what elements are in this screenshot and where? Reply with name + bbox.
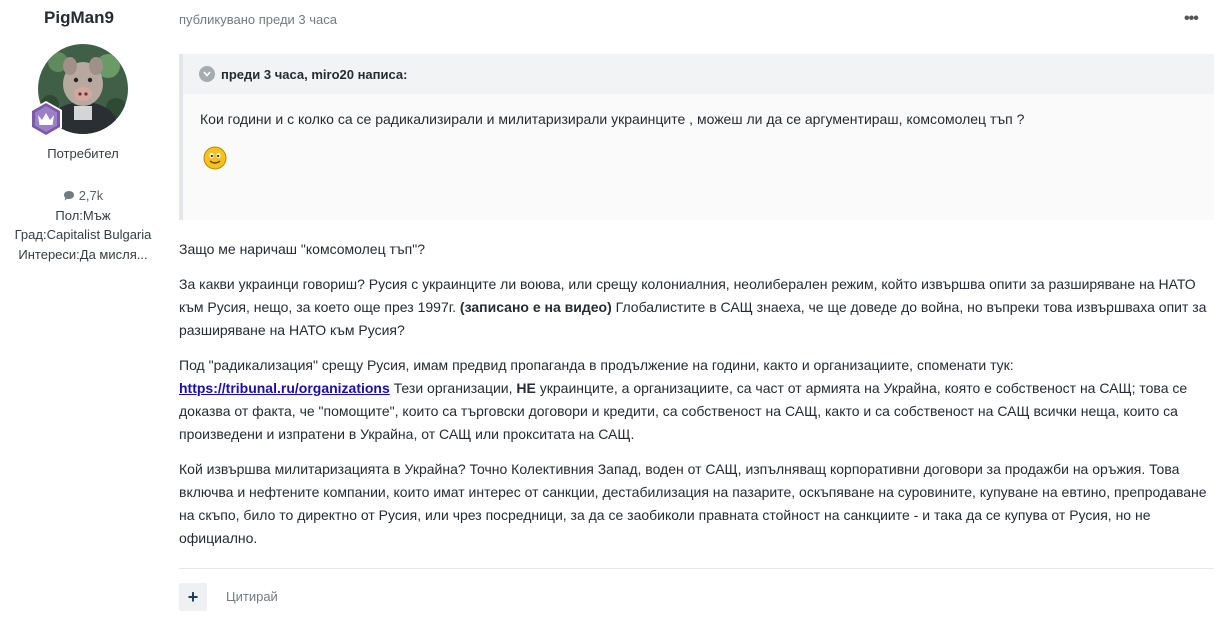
comment-icon (63, 190, 74, 201)
profile-field-city: Град:Capitalist Bulgaria (14, 227, 152, 242)
paragraph-2-bold: (записано е на видео) (459, 299, 612, 315)
author-stats: 2,7k Пол:Мъж Град:Capitalist Bulgaria Ин… (0, 186, 166, 264)
profile-field-gender: Пол:Мъж (55, 207, 111, 223)
quote-header[interactable]: преди 3 часа, miro20 написа: (183, 54, 1214, 94)
post-divider (179, 568, 1214, 569)
chevron-down-icon[interactable] (199, 66, 215, 82)
add-reaction-button[interactable]: + (179, 583, 207, 611)
ellipsis-icon[interactable]: ••• (1184, 11, 1204, 27)
author-name[interactable]: PigMan9 (0, 8, 158, 28)
paragraph-3-text-a: Под "радикализация" срещу Русия, имам пр… (179, 357, 1014, 373)
quote-button[interactable]: Цитирай (226, 589, 278, 604)
user-group: Потребител (47, 146, 119, 161)
post-content: Защо ме наричаш "комсомолец тъп"? За как… (179, 238, 1214, 562)
quote-citation: преди 3 часа, miro20 написа: (221, 66, 408, 82)
post-count: 2,7k (0, 186, 166, 206)
smiley-icon (203, 146, 227, 170)
paragraph-1: Защо ме наричаш "комсомолец тъп"? (179, 241, 425, 257)
quote-block: преди 3 часа, miro20 написа: Кои години … (179, 54, 1214, 220)
rank-badge-icon (27, 100, 65, 138)
tribunal-link[interactable]: https://tribunal.ru/organizations (179, 380, 390, 396)
post-timestamp[interactable]: публикувано преди 3 часа (179, 12, 337, 27)
paragraph-3-bold: НЕ (516, 380, 536, 396)
profile-field-interests: Интереси:Да мисля... (18, 246, 148, 262)
paragraph-2: За какви украинци говориш? Русия с украи… (179, 273, 1214, 342)
paragraph-4: Кой извършва милитаризацията в Украйна? … (179, 461, 1207, 546)
quote-text: Кои години и с колко са се радикализирал… (200, 111, 1025, 127)
paragraph-3-text-b: Тези организации, (389, 380, 517, 396)
author-panel: PigMan9 Потребител 2,7k Пол:Мъж Град:Cap… (0, 0, 158, 620)
paragraph-3: Под "радикализация" срещу Русия, имам пр… (179, 354, 1214, 446)
post-count-value: 2,7k (78, 188, 104, 203)
